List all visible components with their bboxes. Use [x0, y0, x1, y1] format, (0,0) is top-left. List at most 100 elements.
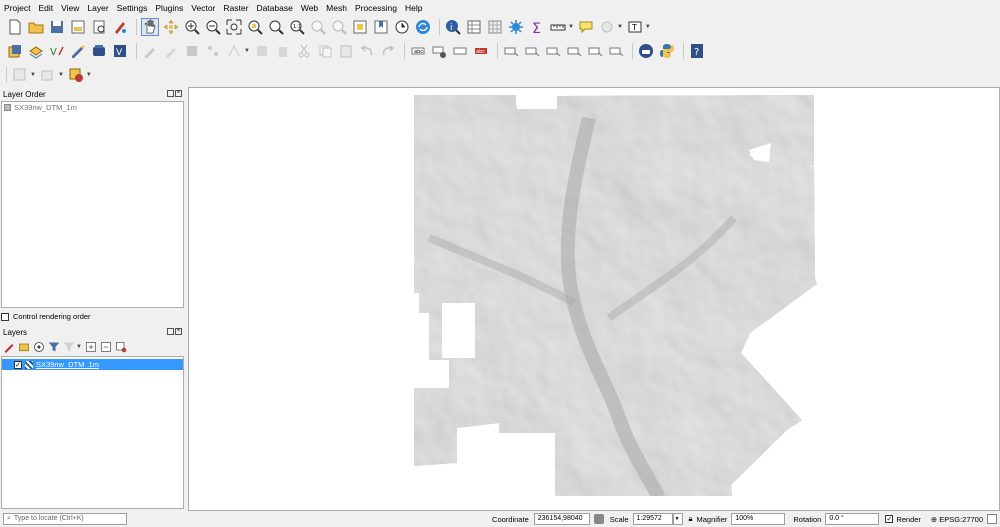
vertex-dropdown-icon[interactable]: ▼ [244, 48, 250, 54]
float-panel-icon[interactable] [167, 328, 174, 335]
menu-raster[interactable]: Raster [223, 3, 248, 13]
processing-toolbox-icon[interactable] [507, 18, 525, 36]
annotation-dropdown-icon[interactable]: ▼ [645, 24, 651, 30]
zoom-to-layer-icon[interactable] [267, 18, 285, 36]
layer-visibility-checkbox[interactable]: ✓ [14, 360, 22, 369]
pan-icon[interactable] [141, 18, 159, 36]
close-panel-icon[interactable]: × [175, 328, 182, 335]
pin-labels-icon[interactable]: abc [472, 42, 490, 60]
measure-dropdown-icon[interactable]: ▼ [568, 24, 574, 30]
temporal-controller-icon[interactable] [393, 18, 411, 36]
measure-icon[interactable] [549, 18, 567, 36]
filter-dropdown-icon[interactable]: ▼ [76, 344, 82, 350]
deselect-all-dropdown-icon[interactable]: ▼ [86, 72, 92, 78]
layer-order-item[interactable]: SX39nw_DTM_1m [4, 102, 183, 113]
data-source-manager-icon[interactable] [6, 42, 24, 60]
filter-expression-icon[interactable] [63, 341, 75, 353]
layout-manager-icon[interactable] [90, 18, 108, 36]
save-edits-icon[interactable] [183, 42, 201, 60]
add-vector-layer-icon[interactable]: V [48, 42, 66, 60]
help-icon[interactable]: ? [688, 42, 706, 60]
add-layer-icon[interactable] [27, 42, 45, 60]
magnifier-field[interactable]: 100% [731, 513, 786, 525]
zoom-native-icon[interactable]: 1:1 [288, 18, 306, 36]
paste-features-icon[interactable] [337, 42, 355, 60]
zoom-out-icon[interactable] [204, 18, 222, 36]
toolbar-handle[interactable] [6, 67, 7, 83]
rotate-label-icon[interactable] [544, 42, 562, 60]
decorations-dropdown-icon[interactable]: ▼ [617, 24, 623, 30]
scale-field[interactable]: 1:29572 [632, 513, 673, 525]
deselect-all-icon[interactable] [67, 66, 85, 84]
close-panel-icon[interactable]: × [175, 90, 182, 97]
statistics-icon[interactable]: Σ [528, 18, 546, 36]
scale-dropdown-icon[interactable]: ▼ [672, 513, 683, 525]
select-features-icon[interactable] [11, 66, 29, 84]
layer-styling-icon[interactable] [3, 341, 15, 353]
new-print-layout-icon[interactable] [69, 18, 87, 36]
show-hide-labels-icon[interactable] [502, 42, 520, 60]
diagram-properties-icon[interactable] [607, 42, 625, 60]
map-canvas[interactable] [188, 87, 1000, 511]
text-annotation-icon[interactable]: T [626, 18, 644, 36]
control-rendering-checkbox[interactable] [1, 312, 9, 321]
menu-settings[interactable]: Settings [117, 3, 148, 13]
add-virtual-layer-icon[interactable]: V [111, 42, 129, 60]
python-console-icon[interactable] [658, 42, 676, 60]
current-edits-icon[interactable] [162, 42, 180, 60]
refresh-icon[interactable] [414, 18, 432, 36]
locator-search[interactable]: ⌕ Type to locate (Ctrl+K) [3, 513, 127, 525]
copy-features-icon[interactable] [316, 42, 334, 60]
highlight-pinned-icon[interactable] [451, 42, 469, 60]
select-dropdown-icon[interactable]: ▼ [30, 72, 36, 78]
zoom-full-icon[interactable] [225, 18, 243, 36]
cut-features-icon[interactable] [295, 42, 313, 60]
menu-view[interactable]: View [61, 3, 79, 13]
add-group-icon[interactable] [18, 341, 30, 353]
new-map-view-icon[interactable] [351, 18, 369, 36]
pan-to-selection-icon[interactable] [162, 18, 180, 36]
decorations-icon[interactable] [598, 18, 616, 36]
filter-legend-icon[interactable] [48, 341, 60, 353]
move-label-icon[interactable] [523, 42, 541, 60]
float-panel-icon[interactable] [167, 90, 174, 97]
change-label-icon[interactable] [565, 42, 583, 60]
coordinate-field[interactable]: 236154,98040 [533, 513, 590, 525]
crs-globe-icon[interactable]: ⊕ [931, 515, 937, 524]
map-tips-icon[interactable] [577, 18, 595, 36]
lock-scale-icon[interactable]: 🔒︎ [689, 514, 693, 524]
delete-selected-icon[interactable] [274, 42, 292, 60]
open-project-icon[interactable] [27, 18, 45, 36]
menu-processing[interactable]: Processing [355, 3, 397, 13]
messages-icon[interactable] [987, 514, 997, 524]
zoom-last-icon[interactable] [309, 18, 327, 36]
redo-icon[interactable] [379, 42, 397, 60]
style-manager-icon[interactable] [111, 18, 129, 36]
menu-database[interactable]: Database [256, 3, 292, 13]
toggle-extents-icon[interactable] [593, 514, 604, 524]
menu-mesh[interactable]: Mesh [326, 3, 347, 13]
label-toolbar-icon[interactable]: abc [409, 42, 427, 60]
zoom-to-selection-icon[interactable] [246, 18, 264, 36]
zoom-in-icon[interactable] [183, 18, 201, 36]
layer-item[interactable]: ✓ SX39nw_DTM_1m [2, 359, 183, 370]
deselect-dropdown-icon[interactable]: ▼ [58, 72, 64, 78]
manage-map-themes-icon[interactable] [33, 341, 45, 353]
layer-labeling-icon[interactable] [430, 42, 448, 60]
add-mesh-layer-icon[interactable] [90, 42, 108, 60]
new-project-icon[interactable] [6, 18, 24, 36]
menu-edit[interactable]: Edit [38, 3, 53, 13]
zoom-next-icon[interactable] [330, 18, 348, 36]
collapse-all-icon[interactable] [100, 341, 112, 353]
crs-label[interactable]: EPSG:27700 [939, 515, 983, 524]
menu-plugins[interactable]: Plugins [155, 3, 183, 13]
save-project-icon[interactable] [48, 18, 66, 36]
vertex-tool-icon[interactable] [225, 42, 243, 60]
menu-web[interactable]: Web [301, 3, 318, 13]
label-properties-icon[interactable] [586, 42, 604, 60]
deselect-icon[interactable] [39, 66, 57, 84]
control-rendering-order[interactable]: Control rendering order [1, 312, 91, 321]
toggle-editing-icon[interactable] [141, 42, 159, 60]
rotation-field[interactable]: 0.0 ° [825, 513, 880, 525]
digitize-icon[interactable] [69, 42, 87, 60]
